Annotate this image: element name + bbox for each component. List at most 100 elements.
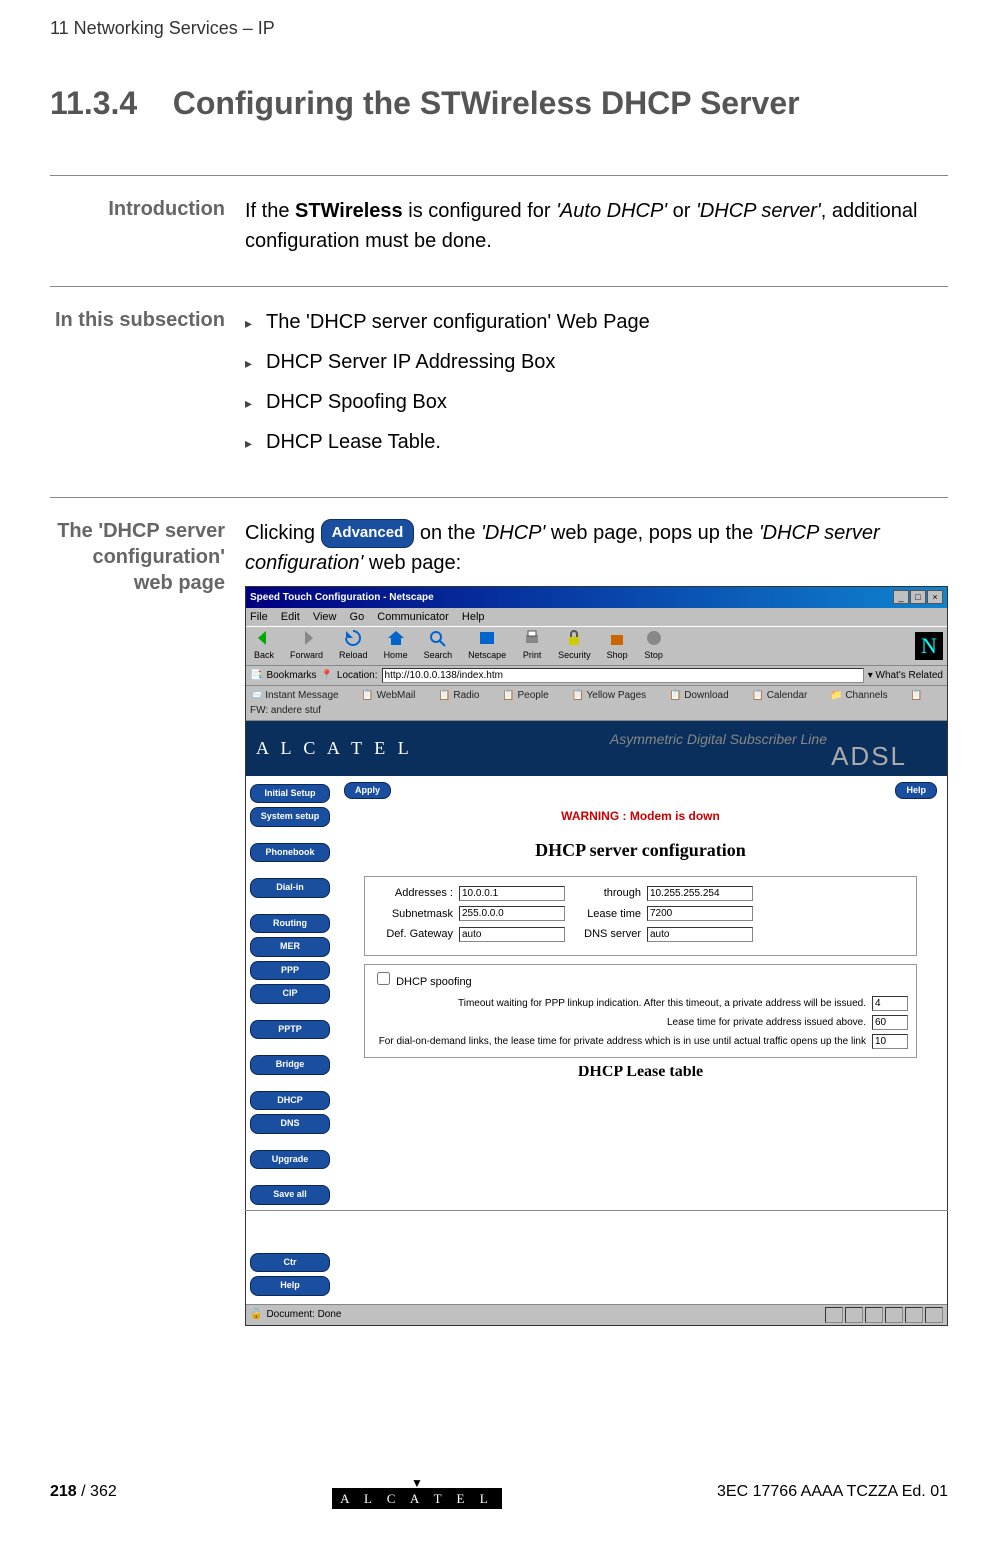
sidebar-item-bridge[interactable]: Bridge bbox=[250, 1055, 330, 1075]
bookmarks-label[interactable]: Bookmarks bbox=[266, 668, 316, 683]
netscape-label: Netscape bbox=[468, 649, 506, 663]
status-icon bbox=[845, 1307, 863, 1323]
banner-tagline: Asymmetric Digital Subscriber Line bbox=[610, 729, 827, 750]
sidebar: Initial Setup System setup Phonebook Dia… bbox=[246, 776, 334, 1304]
maximize-icon[interactable]: □ bbox=[910, 590, 926, 604]
leasetime-input[interactable] bbox=[647, 906, 753, 921]
close-icon[interactable]: × bbox=[927, 590, 943, 604]
url-input[interactable] bbox=[382, 668, 864, 683]
link-item[interactable]: 📋 WebMail bbox=[361, 690, 425, 701]
gateway-input[interactable] bbox=[459, 927, 565, 942]
subsection-label: In this subsection bbox=[50, 307, 245, 467]
netscape-button[interactable]: Netscape bbox=[464, 629, 510, 663]
addresses-input[interactable] bbox=[459, 886, 565, 901]
link-item[interactable]: 📋 Calendar bbox=[751, 690, 817, 701]
minimize-icon[interactable]: _ bbox=[893, 590, 909, 604]
print-button[interactable]: Print bbox=[518, 629, 546, 663]
status-icon bbox=[885, 1307, 903, 1323]
section-heading: Configuring the STWireless DHCP Server bbox=[173, 85, 800, 121]
menu-item[interactable]: Communicator bbox=[377, 611, 449, 623]
spoof-row2-input[interactable] bbox=[872, 1015, 908, 1030]
link-item[interactable]: 📋 Yellow Pages bbox=[571, 690, 656, 701]
list-item: The 'DHCP server configuration' Web Page bbox=[245, 307, 948, 337]
sidebar-item-saveall[interactable]: Save all bbox=[250, 1185, 330, 1205]
intro-italic2: 'DHCP server' bbox=[696, 200, 821, 222]
link-item[interactable]: 📋 People bbox=[502, 690, 558, 701]
spoof-row1-input[interactable] bbox=[872, 996, 908, 1011]
back-button[interactable]: Back bbox=[250, 629, 278, 663]
stop-label: Stop bbox=[644, 649, 663, 663]
home-button[interactable]: Home bbox=[380, 629, 412, 663]
reload-button[interactable]: Reload bbox=[335, 629, 372, 663]
warning-text: WARNING : Modem is down bbox=[344, 807, 937, 825]
sidebar-item-phonebook[interactable]: Phonebook bbox=[250, 843, 330, 863]
page-footer: 218 / 362 ▼ A L C A T E L 3EC 17766 AAAA… bbox=[50, 1476, 948, 1508]
link-item[interactable]: 📋 Radio bbox=[438, 690, 489, 701]
intro-prefix: If the bbox=[245, 200, 295, 222]
apply-button[interactable]: Apply bbox=[344, 782, 391, 800]
spoof-row3-input[interactable] bbox=[872, 1034, 908, 1049]
search-button[interactable]: Search bbox=[420, 629, 457, 663]
alcatel-logo: A L C A T E L bbox=[256, 735, 413, 762]
sidebar-item-ctr[interactable]: Ctr bbox=[250, 1253, 330, 1273]
dhcp-prefix: Clicking bbox=[245, 522, 321, 544]
location-label: Location: bbox=[337, 668, 378, 683]
through-label: through bbox=[571, 885, 641, 902]
adsl-logo: ADSL bbox=[831, 737, 907, 776]
link-label: People bbox=[518, 690, 549, 701]
menu-item[interactable]: Help bbox=[462, 611, 485, 623]
netscape-logo-icon: N bbox=[915, 632, 943, 660]
sidebar-item-upgrade[interactable]: Upgrade bbox=[250, 1150, 330, 1170]
status-lock-icon: 🔓 bbox=[250, 1307, 262, 1322]
link-item[interactable]: 📋 Download bbox=[669, 690, 739, 701]
sidebar-item-dns[interactable]: DNS bbox=[250, 1114, 330, 1134]
dhcp-suffix: web page: bbox=[363, 552, 461, 574]
link-label: WebMail bbox=[377, 690, 416, 701]
panel-title: DHCP server configuration bbox=[344, 837, 937, 864]
dns-input[interactable] bbox=[647, 927, 753, 942]
sidebar-item-dhcp[interactable]: DHCP bbox=[250, 1091, 330, 1111]
spoofing-label: DHCP spoofing bbox=[396, 976, 472, 988]
sidebar-item-routing[interactable]: Routing bbox=[250, 914, 330, 934]
whats-related-button[interactable]: ▾ What's Related bbox=[868, 668, 943, 683]
menu-item[interactable]: View bbox=[313, 611, 337, 623]
dhcp-italic1: 'DHCP' bbox=[481, 522, 545, 544]
stop-button[interactable]: Stop bbox=[640, 629, 668, 663]
window-controls: _□× bbox=[892, 589, 943, 606]
intro-bold: STWireless bbox=[295, 200, 403, 222]
doc-id: 3EC 17766 AAAA TCZZA Ed. 01 bbox=[717, 1483, 948, 1501]
sidebar-item-initial-setup[interactable]: Initial Setup bbox=[250, 784, 330, 804]
sidebar-item-mer[interactable]: MER bbox=[250, 937, 330, 957]
page-header: 11 Networking Services – IP bbox=[50, 18, 275, 39]
home-label: Home bbox=[384, 649, 408, 663]
shop-label: Shop bbox=[607, 649, 628, 663]
forward-button[interactable]: Forward bbox=[286, 629, 327, 663]
link-item[interactable]: 📨 Instant Message bbox=[250, 690, 349, 701]
help-button[interactable]: Help bbox=[895, 782, 937, 800]
through-input[interactable] bbox=[647, 886, 753, 901]
sidebar-item-pptp[interactable]: PPTP bbox=[250, 1020, 330, 1040]
addressing-box: Addresses : through Subnetmask Lease tim… bbox=[364, 876, 917, 956]
spoofing-checkbox[interactable] bbox=[377, 972, 390, 985]
link-label: Calendar bbox=[767, 690, 808, 701]
address-bar: 📑 Bookmarks 📍 Location: ▾ What's Related bbox=[246, 666, 947, 686]
link-label: Radio bbox=[453, 690, 479, 701]
shop-button[interactable]: Shop bbox=[603, 629, 632, 663]
sidebar-item-system-setup[interactable]: System setup bbox=[250, 807, 330, 827]
sidebar-item-cip[interactable]: CIP bbox=[250, 984, 330, 1004]
link-label: Yellow Pages bbox=[587, 690, 647, 701]
search-label: Search bbox=[424, 649, 453, 663]
sidebar-item-ppp[interactable]: PPP bbox=[250, 961, 330, 981]
sidebar-item-dialin[interactable]: Dial-in bbox=[250, 878, 330, 898]
advanced-button[interactable]: Advanced bbox=[321, 519, 415, 548]
subnet-input[interactable] bbox=[459, 906, 565, 921]
sidebar-item-help[interactable]: Help bbox=[250, 1276, 330, 1296]
security-button[interactable]: Security bbox=[554, 629, 595, 663]
menu-item[interactable]: File bbox=[250, 611, 268, 623]
bookmarks-icon[interactable]: 📑 bbox=[250, 668, 262, 683]
menu-item[interactable]: Edit bbox=[281, 611, 300, 623]
link-item[interactable]: 📁 Channels bbox=[830, 690, 898, 701]
link-label: Instant Message bbox=[265, 690, 338, 701]
menu-item[interactable]: Go bbox=[350, 611, 365, 623]
intro-italic1: 'Auto DHCP' bbox=[556, 200, 667, 222]
